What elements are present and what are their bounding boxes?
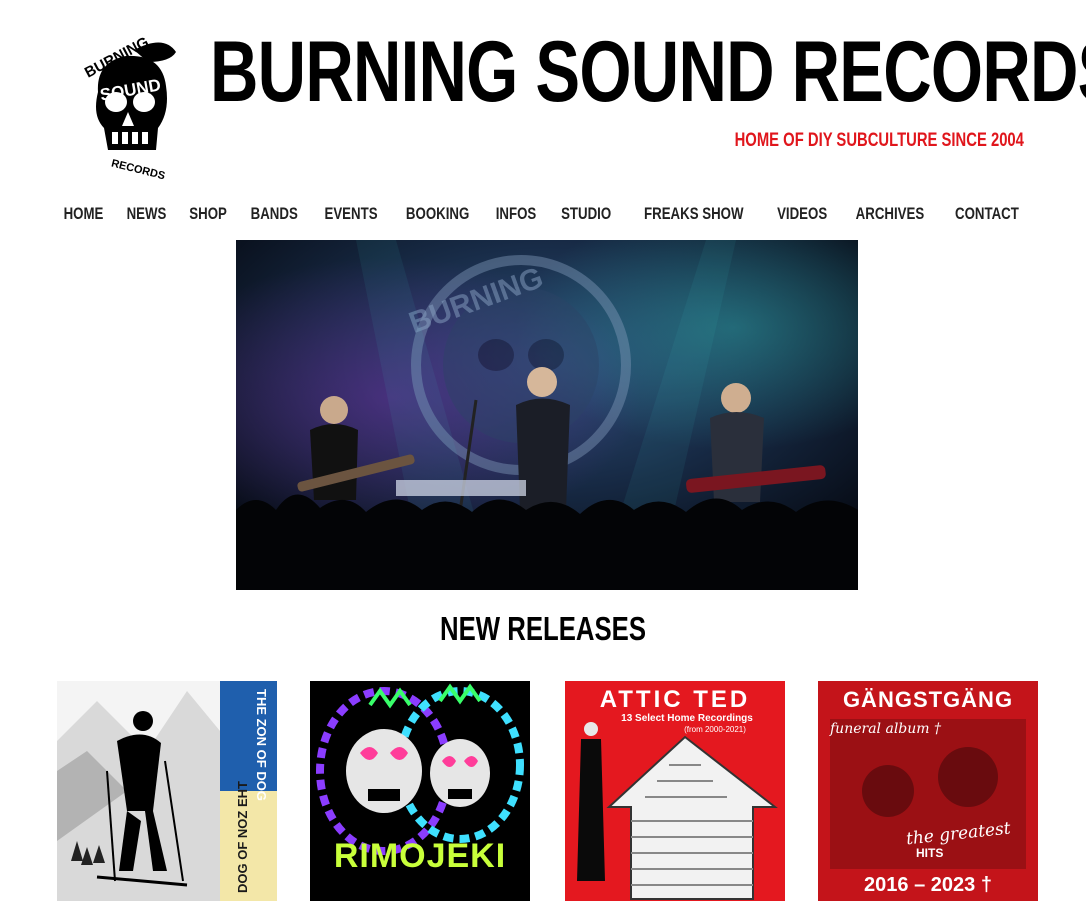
hero-concert-photo: BURNING: [236, 240, 858, 590]
release-cover-gangstgang[interactable]: GÄNGSTGÄNG funeral album † the greatest …: [818, 681, 1038, 901]
nav-item-events[interactable]: EVENTS: [324, 204, 377, 224]
nav-item-shop[interactable]: SHOP: [190, 204, 228, 224]
release-1-spine-bottom: DOG OF NOZ EHT: [235, 781, 250, 893]
skull-right-icon: [430, 739, 490, 807]
release-3-title: ATTIC TED: [600, 686, 751, 713]
new-releases-title-text: NEW RELEASES: [440, 610, 646, 647]
release-4-years: 2016 – 2023 †: [864, 874, 992, 896]
nav-item-archives[interactable]: ARCHIVES: [856, 204, 925, 224]
release-4-line3: HITS: [916, 846, 943, 860]
nav-item-news[interactable]: NEWS: [127, 204, 167, 224]
release-cover-zon-of-dog[interactable]: THE ZON OF DOG DOG OF NOZ EHT: [57, 681, 277, 901]
nav-item-bands[interactable]: BANDS: [251, 204, 298, 224]
release-4-line1: funeral album †: [829, 721, 942, 737]
new-releases-title: NEW RELEASES: [0, 610, 1086, 648]
site-logo[interactable]: BURNING SOUND RECORDS: [78, 32, 178, 184]
release-cover-rimojeki[interactable]: RIMOJEKI: [310, 681, 530, 901]
release-4-title: GÄNGSTGÄNG: [843, 687, 1013, 712]
nav-item-infos[interactable]: INFOS: [496, 204, 537, 224]
logo-text-bottom: RECORDS: [110, 157, 166, 182]
nav-item-booking[interactable]: BOOKING: [406, 204, 469, 224]
release-2-title: RIMOJEKI: [334, 837, 506, 875]
skull-left-icon: [346, 729, 422, 813]
main-nav: HOME NEWS SHOP BANDS EVENTS BOOKING INFO…: [0, 202, 1086, 226]
release-cover-attic-ted[interactable]: ATTIC TED 13 Select Home Recordings (fro…: [565, 681, 785, 901]
standing-figure: [577, 722, 605, 881]
site-title[interactable]: BURNING SOUND RECORDS: [210, 22, 1086, 122]
nav-item-freaks-show[interactable]: FREAKS SHOW: [644, 204, 743, 224]
nav-item-studio[interactable]: STUDIO: [561, 204, 611, 224]
release-3-subtitle: 13 Select Home Recordings: [621, 713, 753, 724]
nav-item-contact[interactable]: CONTACT: [955, 204, 1019, 224]
release-3-years: (from 2000-2021): [684, 725, 746, 734]
release-1-spine-top: THE ZON OF DOG: [254, 689, 269, 801]
site-tagline: HOME OF DIY SUBCULTURE SINCE 2004: [734, 130, 1024, 151]
nav-item-videos[interactable]: VIDEOS: [777, 204, 827, 224]
nav-item-home[interactable]: HOME: [64, 204, 104, 224]
